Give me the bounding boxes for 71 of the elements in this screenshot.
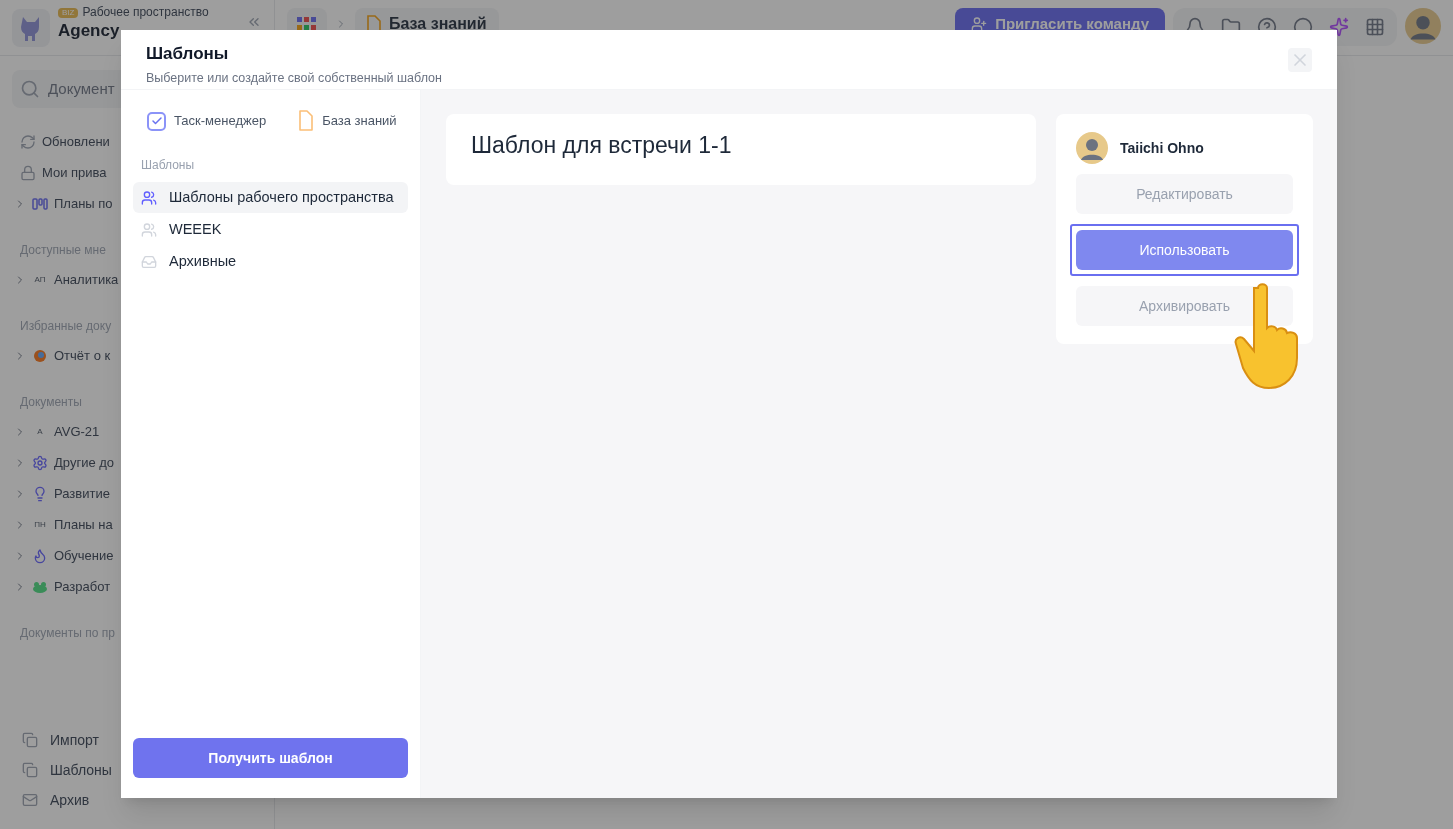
author-name: Taiichi Ohno	[1120, 138, 1204, 158]
workspace-label: Рабочее пространство	[82, 5, 209, 21]
item-label: Планы по	[54, 194, 113, 213]
flame-icon	[32, 547, 48, 564]
initials-icon: ПН	[32, 518, 48, 531]
item-label: Разработ	[54, 577, 111, 596]
workspace-name: Agency	[58, 20, 121, 42]
sidebar-item[interactable]: Планы по	[0, 188, 119, 219]
sidebar-item[interactable]: Шаблоны	[0, 755, 119, 785]
section-title: Доступные мне	[20, 242, 106, 259]
cat-logo-icon	[12, 8, 50, 47]
item-label: Развитие	[54, 484, 110, 503]
people-icon	[141, 189, 157, 206]
apps-icon	[297, 17, 317, 31]
refresh-icon	[20, 133, 36, 150]
section-title: Избранные доку	[20, 318, 112, 335]
dialog-subtitle: Выберите или создайте свой собственный шаблон	[146, 69, 442, 87]
sidebar-item[interactable]: Обновлени	[0, 126, 119, 157]
copy-icon	[22, 732, 38, 748]
copy-icon	[22, 762, 38, 778]
item-label: Отчёт о к	[54, 346, 111, 365]
sidebar-item[interactable]: Обучение	[0, 540, 119, 571]
sidebar-item[interactable]: Импорт	[0, 725, 119, 755]
sidebar-item[interactable]: ПН Планы на	[0, 509, 119, 540]
item-label: Мои прива	[42, 163, 107, 182]
template-title: Шаблон для встречи 1-1	[471, 132, 732, 158]
sidebar-item[interactable]: A AVG-21	[0, 416, 119, 447]
sidebar-item[interactable]: Архив	[0, 785, 119, 815]
initials-icon: АП	[32, 273, 48, 286]
sidebar-item[interactable]: Отчёт о к	[0, 340, 119, 371]
sidebar-item[interactable]: Разработ	[0, 571, 119, 602]
people-icon	[141, 221, 157, 238]
sidebar-item[interactable]: Мои прива	[0, 157, 119, 188]
action-button[interactable]: Редактировать	[1076, 174, 1293, 214]
inbox-icon	[141, 253, 157, 270]
lock-icon	[20, 164, 36, 181]
lightbulb-icon	[32, 485, 48, 502]
plan-badge: BIZ	[58, 7, 79, 18]
item-label: Другие до	[54, 453, 115, 472]
item-label: Планы на	[54, 515, 113, 534]
item-label: Обновлени	[42, 132, 110, 151]
initials-icon: A	[32, 425, 48, 438]
item-label: Импорт	[50, 730, 99, 750]
item-label: AVG-21	[54, 422, 100, 441]
search-placeholder: Документ	[48, 78, 115, 99]
item-label: Обучение	[54, 546, 114, 565]
mail-icon	[22, 792, 38, 808]
get-template-button[interactable]: Получить шаблон	[133, 738, 408, 778]
gear-icon	[32, 454, 48, 471]
tab-label: Таск-менеджер	[174, 112, 267, 131]
item-label: Шаблоны	[50, 760, 112, 780]
section-label: Шаблоны	[140, 157, 196, 174]
document-icon	[298, 110, 315, 132]
item-label: Архив	[50, 790, 90, 810]
columns-icon	[32, 195, 48, 212]
dialog-title: Шаблоны	[146, 43, 230, 65]
sidebar-item[interactable]: Развитие	[0, 478, 119, 509]
category-item[interactable]: WEEEK	[133, 214, 408, 245]
grid-icon[interactable]	[1365, 17, 1385, 37]
category-item[interactable]: Шаблоны рабочего пространства	[133, 182, 408, 213]
item-label: Аналитика	[54, 270, 119, 289]
avatar	[1405, 8, 1441, 44]
sidebar-item[interactable]: Другие до	[0, 447, 119, 478]
use-button[interactable]: Использовать	[1076, 230, 1293, 270]
category-item[interactable]: Архивные	[133, 246, 408, 277]
section-title: Документы	[20, 394, 82, 411]
action-button[interactable]: Архивировать	[1076, 286, 1293, 326]
check-icon	[147, 111, 166, 131]
tab-label: База знаний	[322, 112, 397, 131]
sidebar-item[interactable]: АП Аналитика	[0, 264, 119, 295]
avatar	[1076, 132, 1108, 164]
